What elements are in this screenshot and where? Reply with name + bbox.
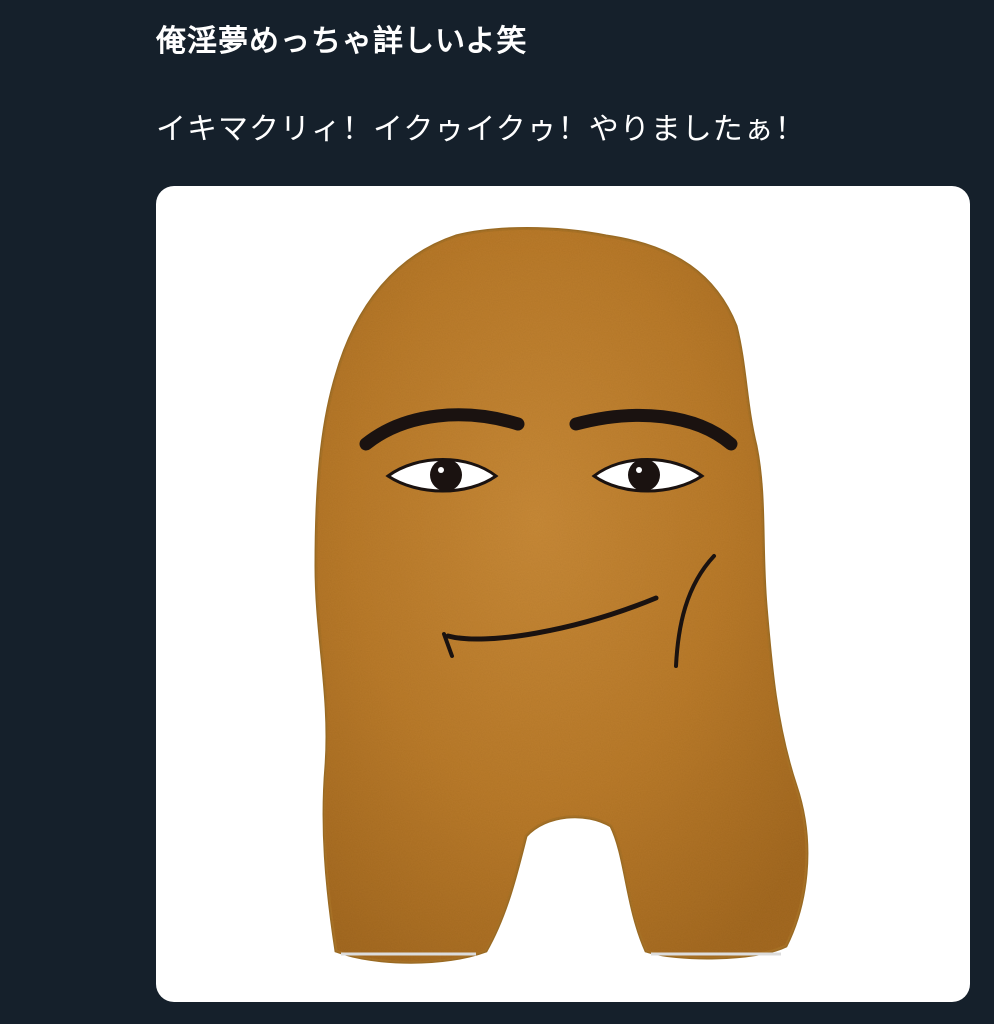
nugget-face-image[interactable] — [156, 186, 970, 1002]
tweet-media-card[interactable] — [156, 186, 970, 1002]
tweet-text-line-2: イキマクリィ！イクゥイクゥ！やりましたぁ！ — [156, 112, 806, 147]
nugget-body — [314, 227, 809, 964]
tweet-page: 俺淫夢めっちゃ詳しいよ笑 イキマクリィ！イクゥイクゥ！やりましたぁ！ — [0, 0, 994, 1024]
tweet-body: 俺淫夢めっちゃ詳しいよ笑 イキマクリィ！イクゥイクゥ！やりましたぁ！ — [156, 20, 956, 152]
tweet-text-line-1: 俺淫夢めっちゃ詳しいよ笑 — [156, 24, 528, 59]
